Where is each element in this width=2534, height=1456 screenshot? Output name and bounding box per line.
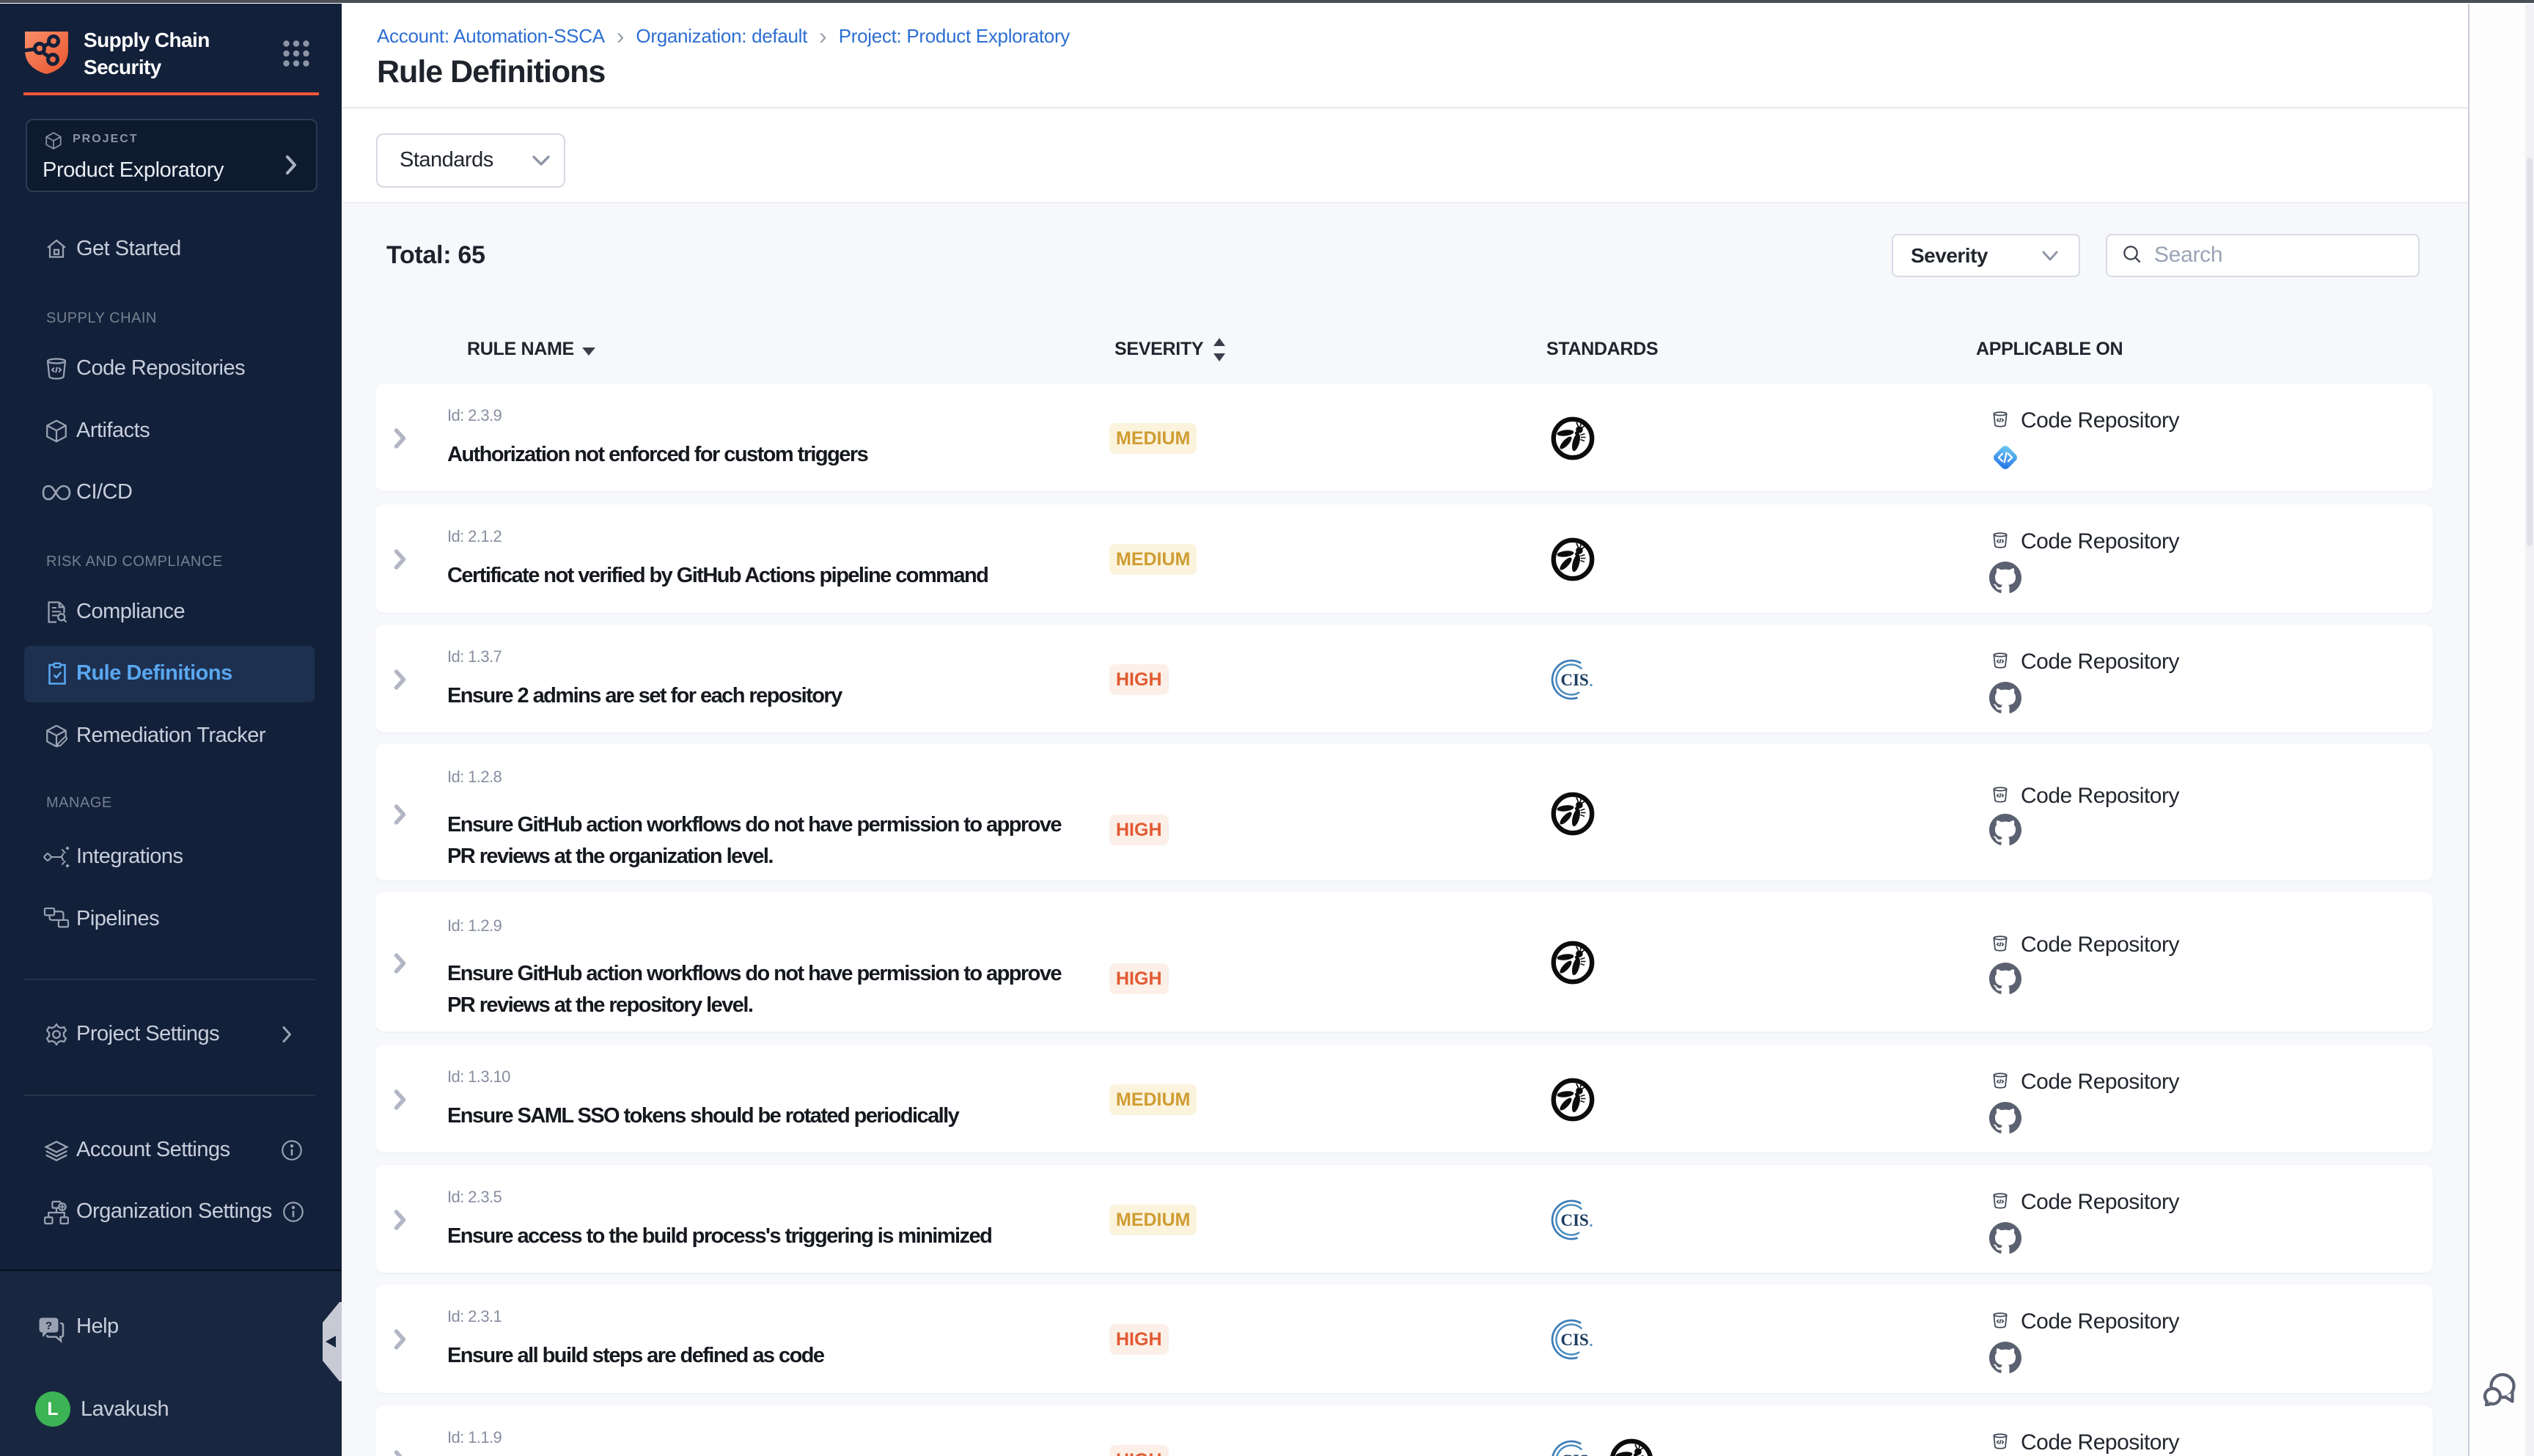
svg-text:?: ? (45, 1320, 52, 1332)
